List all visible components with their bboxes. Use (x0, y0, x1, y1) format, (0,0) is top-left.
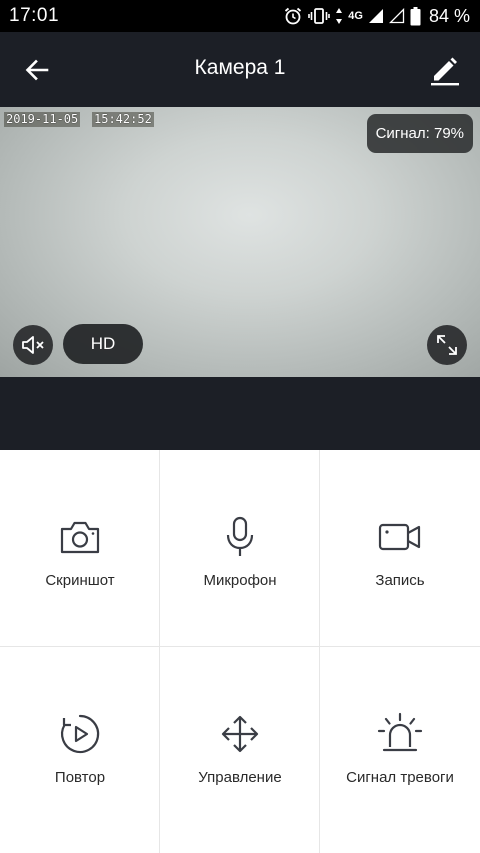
status-icons: 4G 84 % (283, 5, 470, 27)
playback-label: Повтор (54, 769, 106, 786)
quality-toggle-button[interactable]: HD (63, 324, 143, 364)
alarm-clock-icon (285, 7, 302, 25)
alarm-siren-icon (377, 712, 423, 752)
app-header: Камера 1 (0, 32, 480, 107)
signal-empty-icon (388, 8, 405, 24)
page-title: Камера 1 (194, 56, 286, 79)
battery-level: 84 % (428, 5, 470, 26)
signal-strength-icon (368, 9, 383, 23)
edit-button[interactable] (424, 48, 466, 92)
fullscreen-icon (437, 335, 457, 355)
ptz-control-button[interactable]: Управление (160, 647, 320, 843)
playback-button[interactable]: Повтор (0, 647, 160, 843)
microphone-icon (226, 516, 254, 556)
data-arrows-icon (336, 8, 343, 24)
alarm-button[interactable]: Сигнал тревоги (320, 647, 480, 843)
osd-time: 15:42:52 (92, 112, 154, 127)
ptz-control-label: Управление (198, 769, 282, 786)
action-grid: Скриншот Микрофон Запись Повтор Управлен… (0, 450, 480, 853)
microphone-label: Микрофон (203, 572, 277, 589)
battery-icon (410, 6, 421, 25)
pencil-icon (431, 57, 459, 86)
camera-icon (60, 521, 100, 554)
status-bar: 17:01 4G 84 % (0, 0, 480, 32)
mute-button[interactable] (13, 325, 53, 365)
status-time: 17:01 (9, 5, 60, 26)
osd-date: 2019-11-05 (4, 112, 81, 127)
camera-video-feed[interactable]: 2019-11-05 15:42:52 Сигнал: 79% HD (0, 107, 480, 377)
screenshot-label: Скриншот (45, 572, 115, 589)
alarm-label: Сигнал тревоги (346, 769, 454, 786)
speaker-muted-icon (22, 336, 44, 354)
vibrate-icon (308, 8, 331, 24)
video-toolbar-band (0, 377, 480, 450)
screenshot-button[interactable]: Скриншот (0, 450, 160, 646)
playback-icon (61, 714, 100, 754)
fullscreen-button[interactable] (427, 325, 467, 365)
network-type: 4G (348, 10, 363, 22)
video-camera-icon (378, 523, 421, 551)
signal-badge: Сигнал: 79% (366, 114, 473, 153)
microphone-button[interactable]: Микрофон (160, 450, 320, 646)
record-button[interactable]: Запись (320, 450, 480, 646)
record-label: Запись (375, 572, 425, 589)
move-arrows-icon (221, 715, 259, 753)
